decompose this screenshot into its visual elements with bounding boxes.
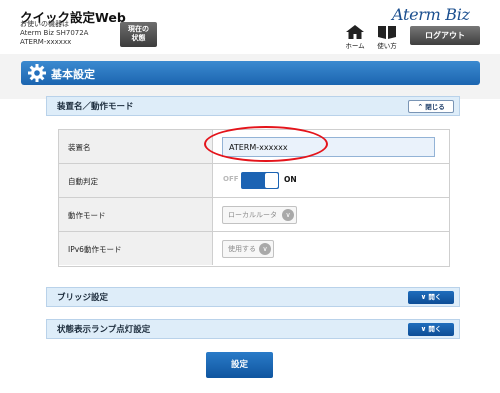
auto-detect-label: 自動判定 bbox=[68, 177, 98, 186]
row-label-cell: 動作モード bbox=[59, 198, 213, 231]
panel-open-button[interactable]: ∨ 開く bbox=[408, 323, 454, 336]
panel-close-button[interactable]: ⌃ 閉じる bbox=[408, 100, 454, 113]
aterm-biz-logo: Aterm Biz bbox=[392, 5, 470, 24]
panel-open-button[interactable]: ∨ 開く bbox=[408, 291, 454, 304]
operation-mode-label: 動作モード bbox=[68, 211, 106, 220]
panel-lamp[interactable]: 状態表示ランプ点灯設定 ∨ 開く bbox=[46, 319, 460, 339]
panel-bridge-title: ブリッジ設定 bbox=[57, 293, 109, 303]
status-button-line1: 現在の bbox=[128, 25, 149, 33]
section-title: 基本設定 bbox=[51, 68, 95, 81]
device-hostname: ATERM-xxxxxx bbox=[20, 38, 72, 46]
logout-button[interactable]: ログアウト bbox=[410, 26, 480, 45]
chevron-down-icon: ∨ bbox=[420, 325, 427, 333]
table-row: 装置名 bbox=[59, 126, 449, 164]
panel-device-mode-title: 装置名／動作モード bbox=[57, 102, 134, 112]
toggle-on-label: ON bbox=[284, 175, 297, 184]
row-label-cell: 装置名 bbox=[59, 130, 213, 163]
chevron-up-icon: ⌃ bbox=[417, 103, 424, 111]
header: クイック設定Web お使いの機器は Aterm Biz SH7072A ATER… bbox=[0, 0, 500, 54]
toggle-off-label: OFF bbox=[223, 175, 239, 183]
chevron-down-icon: ∨ bbox=[420, 293, 427, 301]
nav-help-label: 使い方 bbox=[377, 42, 397, 50]
nav-home-label: ホーム bbox=[345, 42, 365, 50]
device-model: Aterm Biz SH7072A bbox=[20, 29, 89, 37]
home-icon bbox=[346, 25, 364, 39]
section-header: 基本設定 bbox=[21, 61, 480, 85]
device-info-line: お使いの機器は bbox=[20, 20, 69, 28]
table-row: 動作モード ローカルルータ ∨ bbox=[59, 198, 449, 232]
status-button-line2: 状態 bbox=[131, 34, 146, 42]
chevron-down-icon: ∨ bbox=[259, 243, 271, 255]
table-row: IPv6動作モード 使用する ∨ bbox=[59, 232, 449, 266]
toggle-knob bbox=[265, 173, 278, 188]
nav-home[interactable]: ホーム bbox=[344, 25, 366, 50]
highlight-circle bbox=[204, 126, 328, 162]
submit-button[interactable]: 設定 bbox=[206, 352, 273, 378]
table-row: 自動判定 OFF ON bbox=[59, 164, 449, 198]
book-icon bbox=[378, 26, 396, 39]
current-status-button[interactable]: 現在の 状態 bbox=[120, 22, 157, 47]
ipv6-mode-label: IPv6動作モード bbox=[68, 245, 122, 254]
operation-mode-value: ローカルルータ bbox=[228, 211, 277, 219]
operation-mode-select[interactable]: ローカルルータ ∨ bbox=[222, 206, 297, 224]
row-label-cell: IPv6動作モード bbox=[59, 232, 213, 265]
row-label-cell: 自動判定 bbox=[59, 164, 213, 197]
settings-table: 装置名 自動判定 OFF ON 動作モード ローカルルータ ∨ IPv6動作モー… bbox=[58, 126, 450, 267]
ipv6-mode-value: 使用する bbox=[228, 245, 256, 253]
gear-icon bbox=[28, 64, 46, 82]
device-name-label: 装置名 bbox=[68, 143, 91, 152]
panel-open-label: 開く bbox=[428, 293, 442, 301]
auto-detect-toggle[interactable] bbox=[241, 172, 279, 189]
panel-close-label: 閉じる bbox=[425, 103, 445, 111]
nav-help[interactable]: 使い方 bbox=[376, 25, 398, 50]
panel-device-mode[interactable]: 装置名／動作モード ⌃ 閉じる bbox=[46, 96, 460, 116]
chevron-down-icon: ∨ bbox=[282, 209, 294, 221]
panel-lamp-title: 状態表示ランプ点灯設定 bbox=[57, 325, 151, 335]
panel-bridge[interactable]: ブリッジ設定 ∨ 開く bbox=[46, 287, 460, 307]
ipv6-mode-select[interactable]: 使用する ∨ bbox=[222, 240, 274, 258]
panel-open-label: 開く bbox=[428, 325, 442, 333]
